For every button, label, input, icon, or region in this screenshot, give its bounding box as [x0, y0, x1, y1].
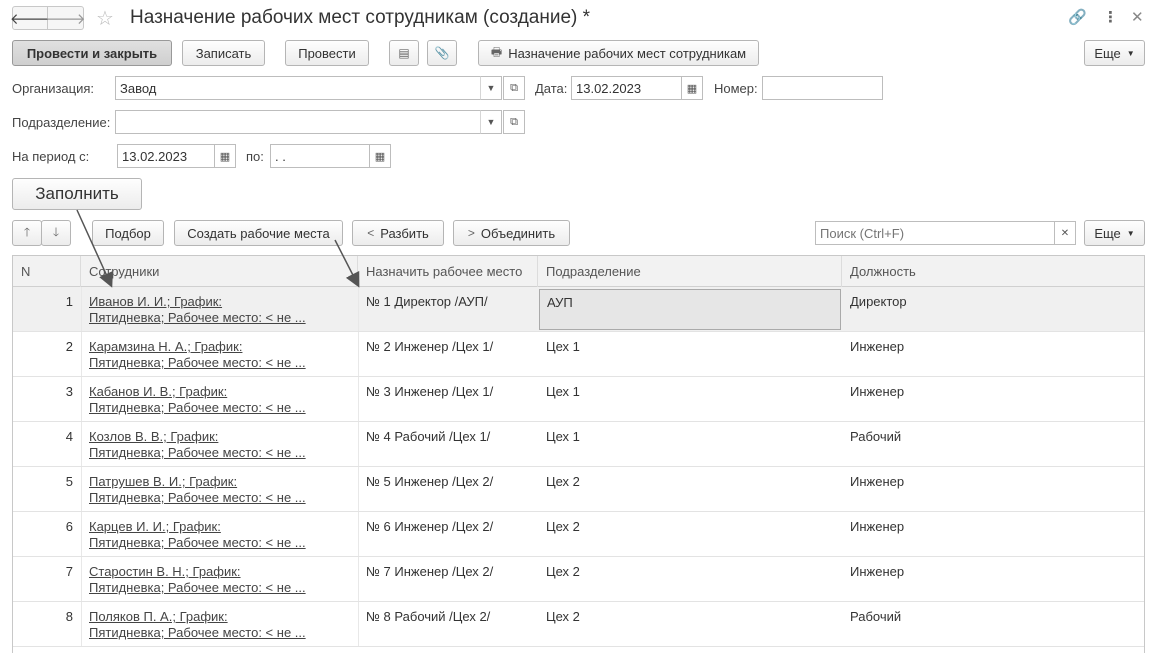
arrow-fill-to-employees	[76, 209, 113, 288]
arrow-create-to-workplace	[334, 239, 360, 288]
annotation-arrows	[76, 209, 360, 288]
